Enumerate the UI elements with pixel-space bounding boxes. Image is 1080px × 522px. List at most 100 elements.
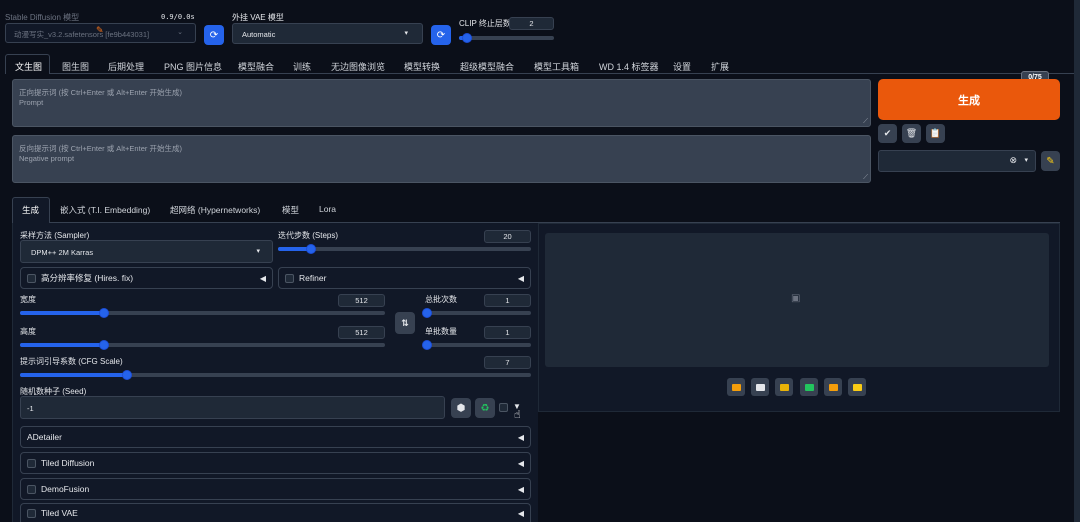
refiner-checkbox[interactable] — [285, 273, 294, 283]
subtab-generation[interactable]: 生成 — [22, 204, 39, 216]
demofusion-checkbox[interactable] — [27, 484, 36, 494]
tab-train[interactable]: 训练 — [293, 60, 311, 73]
batch-count-value[interactable]: 1 — [484, 294, 531, 307]
height-slider[interactable] — [20, 340, 385, 350]
subtab-embedding[interactable]: 嵌入式 (T.I. Embedding) — [60, 204, 150, 216]
tab-extensions[interactable]: 扩展 — [711, 60, 729, 73]
tiled-vae-accordion[interactable]: Tiled VAE ◀ — [20, 503, 531, 522]
reuse-seed-button[interactable]: ♻ — [475, 398, 495, 418]
apply-styles-button[interactable]: 📋 — [926, 124, 945, 143]
send-to-img2img-icon — [804, 383, 814, 391]
batch-size-value[interactable]: 1 — [484, 326, 531, 339]
tab-png-info[interactable]: PNG 图片信息 — [164, 60, 222, 73]
slider-fill — [20, 373, 128, 377]
random-seed-button[interactable]: ⬢ — [451, 398, 471, 418]
caret-down-icon: ▾ — [1024, 157, 1028, 164]
batch-size-slider[interactable] — [422, 340, 531, 350]
steps-slider[interactable] — [278, 244, 531, 254]
refresh-models-button[interactable]: ⟳ — [204, 25, 224, 45]
read-params-button[interactable]: ✔ — [878, 124, 897, 143]
collapse-arrow-icon[interactable]: ◀ — [518, 459, 524, 468]
tiled-diffusion-accordion[interactable]: Tiled Diffusion ◀ — [20, 452, 531, 474]
vae-select[interactable]: Automatic ▾ — [232, 23, 423, 44]
tab-wd14-tagger[interactable]: WD 1.4 标签器 — [599, 60, 659, 73]
clear-prompt-button[interactable]: 🗑 — [902, 124, 921, 143]
save-icon — [755, 383, 765, 391]
slider-thumb[interactable] — [305, 244, 316, 254]
negative-prompt-input[interactable]: 反向提示词 (按 Ctrl+Enter 或 Alt+Enter 开始生成) Ne… — [12, 135, 871, 183]
pencil-icon: ✎ — [1046, 155, 1055, 167]
slider-thumb[interactable] — [461, 33, 472, 43]
edit-styles-button[interactable]: ✎ — [1041, 151, 1060, 171]
tab-settings[interactable]: 设置 — [673, 60, 691, 73]
sampler-value: DPM++ 2M Karras — [31, 248, 94, 257]
collapse-arrow-icon[interactable]: ◀ — [518, 433, 524, 442]
cfg-slider[interactable] — [20, 370, 531, 380]
hires-fix-accordion[interactable]: 高分辨率修复 (Hires. fix) ◀ — [20, 267, 273, 289]
refresh-vae-button[interactable]: ⟳ — [431, 25, 451, 45]
tab-extras[interactable]: 后期处理 — [108, 60, 144, 73]
adetailer-accordion[interactable]: ADetailer ◀ — [20, 426, 531, 448]
resize-handle-icon[interactable]: ⟋ — [863, 174, 868, 182]
model-select[interactable]: 动漫写实_v3.2.safetensors [fe9b443031] ⌄ ✎ — [5, 23, 196, 43]
subtab-checkpoints[interactable]: 模型 — [282, 204, 299, 216]
subtab-hypernetworks[interactable]: 超网络 (Hypernetworks) — [170, 204, 260, 216]
demofusion-accordion[interactable]: DemoFusion ◀ — [20, 478, 531, 500]
trash-icon: 🗑 — [905, 128, 918, 138]
positive-prompt-placeholder-en: Prompt — [19, 98, 44, 107]
model-value: 动漫写实_v3.2.safetensors [fe9b443031] — [14, 30, 150, 39]
refresh-icon: ⟳ — [209, 29, 219, 41]
tiled-diffusion-label: Tiled Diffusion — [41, 458, 95, 468]
styles-select[interactable]: ⊗ ▾ — [878, 150, 1036, 172]
width-slider[interactable] — [20, 308, 385, 318]
clip-slider[interactable] — [459, 33, 554, 43]
dice-icon: ⬢ — [456, 402, 466, 414]
tab-supermerger[interactable]: 超级模型融合 — [460, 60, 514, 73]
pencil-icon: ✎ — [96, 25, 104, 35]
tiled-diffusion-checkbox[interactable] — [27, 458, 36, 468]
tab-model-toolkit[interactable]: 模型工具箱 — [534, 60, 579, 73]
refiner-accordion[interactable]: Refiner ◀ — [278, 267, 531, 289]
clip-value[interactable]: 2 — [509, 17, 554, 30]
zip-button[interactable] — [775, 378, 793, 396]
subtab-lora[interactable]: Lora — [319, 204, 336, 214]
tab-model-converter[interactable]: 模型转换 — [404, 60, 440, 73]
tiled-vae-checkbox[interactable] — [27, 508, 36, 518]
negative-prompt-placeholder: 反向提示词 (按 Ctrl+Enter 或 Alt+Enter 开始生成) — [19, 144, 182, 153]
chevron-down-icon: ⌄ — [177, 29, 183, 36]
send-to-inpaint-button[interactable] — [824, 378, 842, 396]
window-scrollbar[interactable] — [1074, 0, 1080, 522]
cfg-value[interactable]: 7 — [484, 356, 531, 369]
collapse-arrow-icon[interactable]: ◀ — [518, 509, 524, 518]
clear-x-icon[interactable]: ⊗ — [1009, 155, 1017, 166]
batch-count-slider[interactable] — [422, 308, 531, 318]
positive-prompt-input[interactable]: 正向提示词 (按 Ctrl+Enter 或 Alt+Enter 开始生成) Pr… — [12, 79, 871, 127]
steps-value[interactable]: 20 — [484, 230, 531, 243]
seed-input[interactable]: -1 — [20, 396, 445, 419]
swap-dimensions-button[interactable]: ⇅ — [395, 312, 415, 334]
send-to-img2img-button[interactable] — [800, 378, 818, 396]
height-label: 高度 — [20, 327, 36, 336]
collapse-arrow-icon[interactable]: ◀ — [518, 274, 524, 283]
hires-fix-label: 高分辨率修复 (Hires. fix) — [41, 273, 134, 283]
sampler-select[interactable]: DPM++ 2M Karras ▾ — [20, 240, 273, 263]
hires-fix-checkbox[interactable] — [27, 273, 36, 283]
extra-seed-checkbox[interactable] — [499, 403, 508, 412]
slider-thumb[interactable] — [98, 308, 109, 318]
collapse-arrow-icon[interactable]: ◀ — [518, 485, 524, 494]
generate-button[interactable]: 生成 — [878, 79, 1060, 120]
open-folder-button[interactable] — [727, 378, 745, 396]
tab-txt2img[interactable]: 文生图 — [15, 60, 42, 73]
save-button[interactable] — [751, 378, 769, 396]
tab-infinite-browser[interactable]: 无边图像浏览 — [331, 60, 385, 73]
tab-img2img[interactable]: 图生图 — [62, 60, 89, 73]
slider-thumb[interactable] — [98, 340, 109, 350]
resize-handle-icon[interactable]: ⟋ — [863, 118, 868, 126]
height-value[interactable]: 512 — [338, 326, 385, 339]
slider-fill — [20, 311, 104, 315]
demofusion-label: DemoFusion — [41, 484, 90, 494]
width-value[interactable]: 512 — [338, 294, 385, 307]
send-to-extras-button[interactable] — [848, 378, 866, 396]
collapse-arrow-icon[interactable]: ◀ — [260, 274, 266, 283]
tab-checkpoint-merger[interactable]: 模型融合 — [238, 60, 274, 73]
